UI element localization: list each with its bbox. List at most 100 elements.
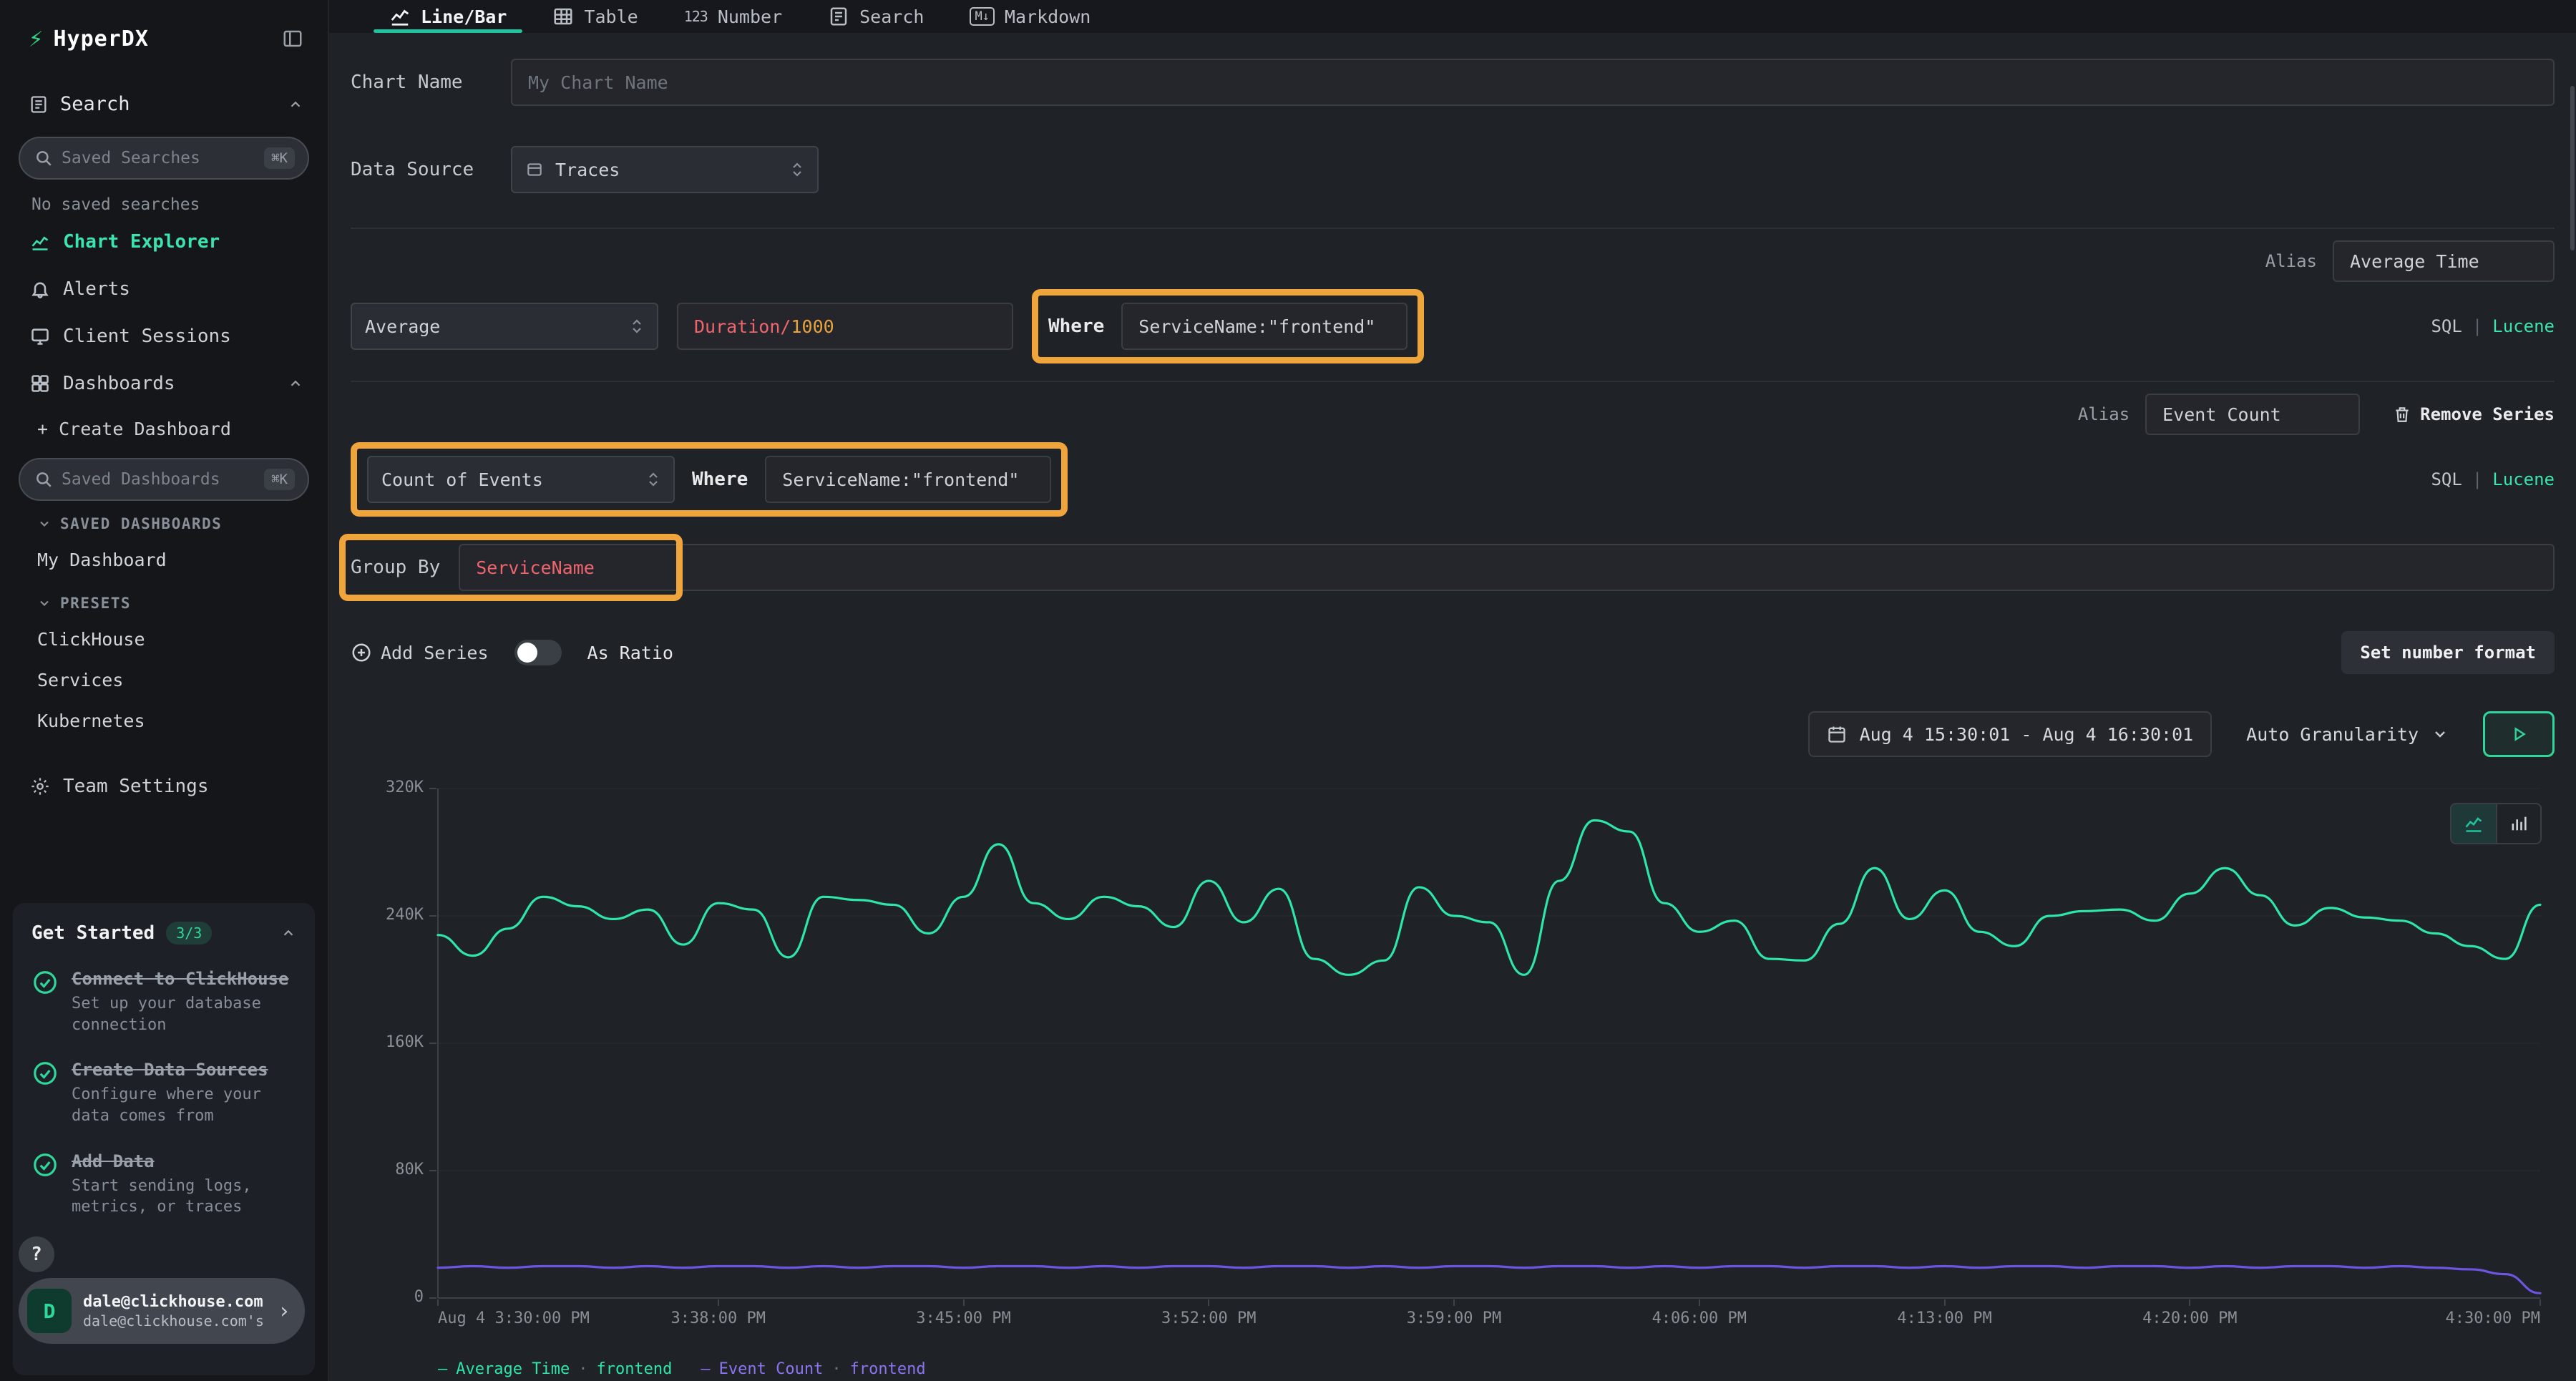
tab-line-bar[interactable]: Line/Bar xyxy=(369,0,527,33)
line-chart-view-button[interactable] xyxy=(2451,804,2496,843)
help-button[interactable]: ? xyxy=(19,1236,54,1272)
plot-region[interactable] xyxy=(438,789,2540,1298)
where-label: Where xyxy=(1048,316,1104,337)
shortcut-badge: ⌘K xyxy=(264,469,295,490)
legend-item-event-count[interactable]: — Event Count · frontend xyxy=(701,1360,925,1378)
y-axis-label: 240K xyxy=(351,906,424,924)
x-axis-tick xyxy=(1453,1299,1455,1306)
legend-item-average-time[interactable]: — Average Time · frontend xyxy=(438,1360,672,1378)
scrollbar-thumb[interactable] xyxy=(2570,86,2575,250)
x-axis-label: 4:06:00 PM xyxy=(1652,1309,1747,1327)
saved-searches-input[interactable] xyxy=(62,149,255,167)
get-started-item: Connect to ClickHouse Set up your databa… xyxy=(31,969,296,1035)
sidebar-item-label: Alerts xyxy=(63,278,130,300)
group-by-input[interactable] xyxy=(459,544,2555,591)
avatar: D xyxy=(27,1289,72,1333)
tab-table[interactable]: Table xyxy=(532,0,658,33)
chevron-up-icon[interactable] xyxy=(280,925,296,941)
chart-legend: — Average Time · frontend — Event Count … xyxy=(438,1360,926,1378)
sidebar-collapse-icon[interactable] xyxy=(282,28,303,49)
lucene-option[interactable]: Lucene xyxy=(2492,469,2555,489)
sidebar-item-team-settings[interactable]: Team Settings xyxy=(0,763,328,810)
search-section-icon xyxy=(29,94,49,114)
sql-option[interactable]: SQL xyxy=(2431,316,2462,336)
as-ratio-label: As Ratio xyxy=(587,643,673,663)
select-chevrons-icon xyxy=(790,160,804,179)
series1-where-input[interactable] xyxy=(1121,303,1407,350)
logo-row: ⚡ HyperDX xyxy=(0,0,328,74)
saved-searches-search[interactable]: ⌘K xyxy=(19,137,309,180)
chart-explorer-content: Chart Name Data Source Traces Alias Aver… xyxy=(329,33,2576,1381)
select-chevrons-icon xyxy=(630,317,644,336)
series1-alias-input[interactable] xyxy=(2333,240,2555,282)
sidebar-section-search[interactable]: Search xyxy=(0,74,328,130)
chart-name-input[interactable] xyxy=(511,59,2555,106)
saved-dashboards-input[interactable] xyxy=(62,470,255,489)
saved-dashboards-search[interactable]: ⌘K xyxy=(19,458,309,501)
check-circle-icon xyxy=(31,1151,59,1179)
sidebar-item-label: Chart Explorer xyxy=(63,231,220,253)
data-source-select[interactable]: Traces xyxy=(511,146,819,193)
y-axis-label: 160K xyxy=(351,1033,424,1051)
remove-series-button[interactable]: Remove Series xyxy=(2393,404,2555,424)
chevron-down-icon xyxy=(37,596,52,610)
sidebar-item-dashboards[interactable]: Dashboards xyxy=(0,360,328,407)
number-123-icon: 123 xyxy=(684,8,708,25)
x-axis-tick xyxy=(1944,1299,1946,1306)
create-dashboard-link[interactable]: + Create Dashboard xyxy=(0,407,328,451)
chevron-up-icon[interactable] xyxy=(288,97,303,112)
user-menu[interactable]: D dale@clickhouse.com dale@clickhouse.co… xyxy=(19,1278,305,1344)
tab-number[interactable]: 123 Number xyxy=(664,0,802,33)
group-by-label: Group By xyxy=(351,557,440,578)
bar-chart-icon xyxy=(2509,814,2529,834)
sidebar-item-services[interactable]: Services xyxy=(0,660,328,701)
sidebar-item-my-dashboard[interactable]: My Dashboard xyxy=(0,540,328,580)
sidebar-item-chart-explorer[interactable]: Chart Explorer xyxy=(0,218,328,265)
x-axis-tick xyxy=(718,1299,719,1306)
y-axis-label: 0 xyxy=(351,1288,424,1306)
markdown-icon: M↓ xyxy=(970,7,994,26)
sidebar: ⚡ HyperDX Search ⌘K No saved searches Ch… xyxy=(0,0,329,1381)
y-axis-tick xyxy=(429,1043,436,1044)
tab-markdown[interactable]: M↓ Markdown xyxy=(950,0,1111,33)
traces-source-icon xyxy=(525,160,544,179)
x-axis-tick xyxy=(2540,1299,2541,1306)
as-ratio-toggle[interactable] xyxy=(514,640,562,665)
series2-where-input[interactable] xyxy=(765,456,1051,503)
alias-label: Alias xyxy=(2078,404,2129,424)
series1-aggregation-select[interactable]: Average xyxy=(351,303,658,350)
series2-aggregation-select[interactable]: Count of Events xyxy=(367,456,675,503)
sql-option[interactable]: SQL xyxy=(2431,469,2462,489)
annotation-highlight-series2: Count of Events Where xyxy=(351,442,1068,517)
lucene-option[interactable]: Lucene xyxy=(2492,316,2555,336)
trash-icon xyxy=(2393,405,2411,424)
sidebar-item-clickhouse[interactable]: ClickHouse xyxy=(0,619,328,660)
data-source-row: Data Source Traces xyxy=(351,146,2555,193)
saved-dashboards-group[interactable]: SAVED DASHBOARDS xyxy=(0,501,328,540)
date-range-picker[interactable]: Aug 4 15:30:01 - Aug 4 16:30:01 xyxy=(1808,711,2212,757)
sidebar-item-alerts[interactable]: Alerts xyxy=(0,265,328,313)
add-series-button[interactable]: Add Series xyxy=(351,642,489,663)
group-by-row: Group By xyxy=(351,544,2555,591)
x-axis-label: 3:52:00 PM xyxy=(1161,1309,1256,1327)
brand-name: HyperDX xyxy=(53,26,148,52)
plus-circle-icon xyxy=(351,642,372,663)
granularity-select[interactable]: Auto Granularity xyxy=(2236,711,2459,757)
set-number-format-button[interactable]: Set number format xyxy=(2341,631,2555,674)
time-controls-row: Aug 4 15:30:01 - Aug 4 16:30:01 Auto Gra… xyxy=(351,711,2555,757)
chevron-up-icon[interactable] xyxy=(288,376,303,391)
sidebar-item-client-sessions[interactable]: Client Sessions xyxy=(0,313,328,360)
chart-name-row: Chart Name xyxy=(351,59,2555,106)
series2-alias-input[interactable] xyxy=(2145,394,2360,435)
presets-group[interactable]: PRESETS xyxy=(0,580,328,619)
tab-search[interactable]: Search xyxy=(808,0,944,33)
data-source-label: Data Source xyxy=(351,159,494,180)
x-axis-label: 4:13:00 PM xyxy=(1897,1309,1991,1327)
run-query-button[interactable] xyxy=(2483,711,2555,757)
y-axis-tick xyxy=(429,915,436,917)
where-label: Where xyxy=(692,469,748,490)
series1-field-input[interactable]: Duration/1000 xyxy=(677,303,1013,350)
bar-chart-view-button[interactable] xyxy=(2496,804,2540,843)
series2-language-switch: SQL | Lucene xyxy=(2431,469,2555,489)
sidebar-item-kubernetes[interactable]: Kubernetes xyxy=(0,701,328,741)
